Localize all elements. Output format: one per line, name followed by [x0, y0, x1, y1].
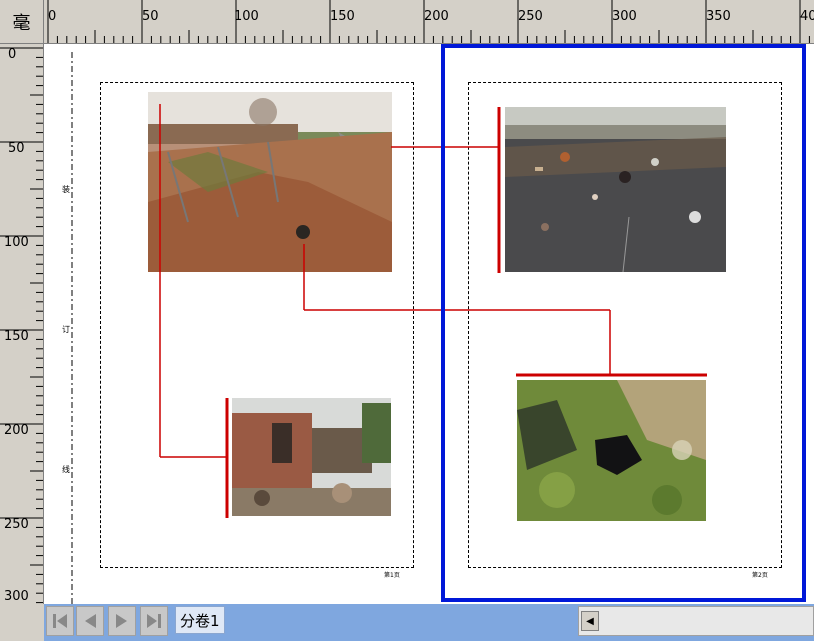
ruler-unit-label: 毫: [12, 12, 31, 34]
h-ruler-label-100: 100: [234, 9, 259, 24]
horizontal-ruler-scale: 0 50 100 150 200 250 300 350 40: [47, 0, 814, 43]
h-ruler-label-300: 300: [612, 9, 637, 24]
layout-canvas[interactable]: 装 订 线 第1页 第2页: [44, 44, 814, 604]
h-ruler-label-200: 200: [424, 9, 449, 24]
v-ruler-label-200: 200: [4, 423, 29, 438]
prev-page-icon: [85, 614, 96, 628]
ruler-unit-corner: 毫: [0, 0, 44, 44]
last-sheet-button[interactable]: [140, 606, 168, 636]
horizontal-ruler: 0 50 100 150 200 250 300 350 40: [44, 0, 814, 44]
sheet-tab-label: 分卷1: [180, 611, 220, 630]
h-ruler-label-400: 40: [800, 9, 814, 24]
h-ruler-label-0: 0: [48, 9, 56, 24]
sheet-tab[interactable]: 分卷1: [175, 606, 225, 634]
first-page-icon: [53, 614, 67, 628]
first-sheet-button[interactable]: [46, 606, 74, 636]
h-ruler-label-150: 150: [330, 9, 355, 24]
h-ruler-label-350: 350: [706, 9, 731, 24]
h-ruler-label-250: 250: [518, 9, 543, 24]
h-ruler-label-50: 50: [142, 9, 159, 24]
v-ruler-label-100: 100: [4, 235, 29, 250]
last-page-icon: [147, 614, 161, 628]
horizontal-scrollbar[interactable]: ◀: [578, 606, 814, 636]
v-ruler-label-0: 0: [8, 47, 16, 62]
sheet-navigation-bar: 分卷1 ◀: [44, 604, 814, 641]
v-ruler-label-250: 250: [4, 517, 29, 532]
next-page-icon: [116, 614, 127, 628]
v-ruler-label-150: 150: [4, 329, 29, 344]
vertical-ruler-scale: 0 50 100 150 200 250 300: [0, 47, 43, 604]
page-1-number: 第1页: [384, 571, 400, 579]
prev-sheet-button[interactable]: [76, 606, 104, 636]
next-sheet-button[interactable]: [108, 606, 136, 636]
vertical-ruler: 0 50 100 150 200 250 300: [0, 44, 44, 604]
scroll-left-arrow-icon[interactable]: ◀: [581, 611, 599, 631]
v-ruler-label-50: 50: [8, 141, 25, 156]
selected-page-highlight[interactable]: [441, 44, 806, 602]
v-ruler-label-300: 300: [4, 589, 29, 604]
